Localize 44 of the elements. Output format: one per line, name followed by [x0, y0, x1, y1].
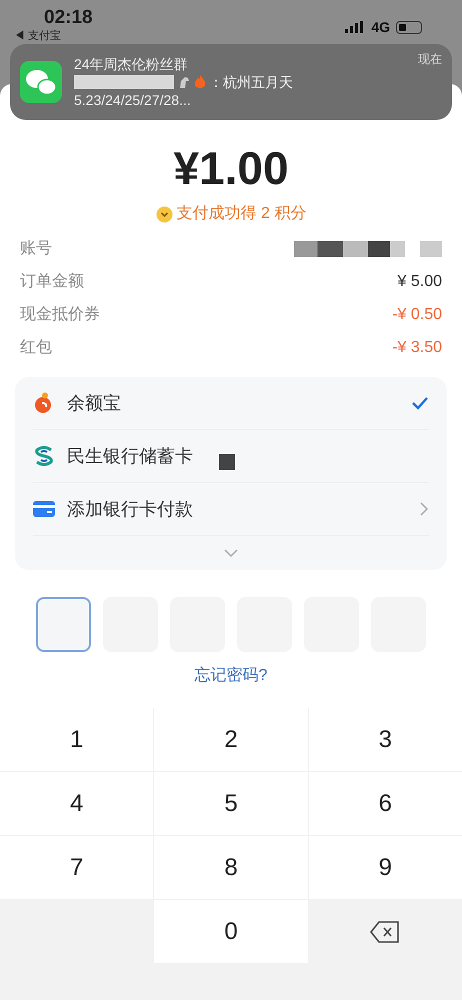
detail-label: 订单金额 — [20, 272, 84, 292]
notification-message: ：杭州五月天 — [209, 73, 293, 91]
fire-icon — [194, 74, 206, 90]
detail-value: ¥ 5.00 — [398, 272, 442, 292]
battery-icon — [396, 20, 422, 34]
clock: 02:18 — [43, 6, 93, 30]
keypad-key[interactable]: 1 — [0, 708, 154, 771]
detail-label: 现金抵价券 — [20, 304, 100, 324]
payment-method-item[interactable]: 余额宝 — [33, 377, 429, 430]
keypad-key[interactable]: 8 — [154, 836, 308, 899]
chevron-down-icon[interactable] — [223, 548, 239, 558]
checkmark-icon — [411, 396, 429, 410]
payment-method-item[interactable]: 民生银行储蓄卡 — [33, 430, 429, 483]
keypad-key[interactable]: 7 — [0, 836, 154, 899]
network-label: 4G — [371, 18, 390, 36]
detail-value: -¥ 3.50 — [392, 338, 442, 358]
payment-method-item[interactable]: 添加银行卡付款 — [33, 483, 429, 536]
reward-text: 支付成功得 2 积分 — [176, 204, 306, 224]
detail-label: 红包 — [20, 338, 52, 358]
payment-amount: ¥1.00 — [173, 141, 289, 196]
chevron-right-icon — [419, 501, 429, 517]
keypad-key[interactable]: 4 — [0, 772, 154, 835]
notification-time: 现在 — [418, 51, 442, 68]
keypad-key[interactable]: 6 — [308, 772, 462, 835]
forgot-password-link[interactable]: 忘记密码? — [194, 664, 268, 688]
detail-value: -¥ 0.50 — [392, 304, 442, 324]
chat-app-icon — [20, 61, 62, 103]
keypad-key[interactable]: 9 — [308, 836, 462, 899]
keypad-key[interactable]: 2 — [154, 708, 308, 771]
coin-icon — [156, 206, 173, 222]
notification-preview: 5.23/24/25/27/28... — [74, 91, 192, 109]
backspace-icon[interactable] — [370, 920, 400, 942]
card-icon — [33, 501, 55, 517]
bank-logo-icon — [33, 446, 55, 466]
masked-card-number — [219, 454, 235, 470]
notification-banner[interactable]: 24年周杰伦粉丝群 ：杭州五月天 5.23/24/25/27/28... 现在 — [10, 44, 452, 120]
notification-title: 24年周杰伦粉丝群 — [74, 55, 189, 73]
back-to-app-link[interactable]: ◀ 支付宝 — [14, 30, 93, 42]
keypad-key[interactable]: 0 — [154, 900, 308, 963]
detail-label: 账号 — [20, 238, 52, 258]
signal-icon — [345, 21, 366, 33]
keypad-key[interactable]: 5 — [154, 772, 308, 835]
keypad-key[interactable]: 3 — [308, 708, 462, 771]
pin-digit-box[interactable] — [36, 597, 91, 652]
